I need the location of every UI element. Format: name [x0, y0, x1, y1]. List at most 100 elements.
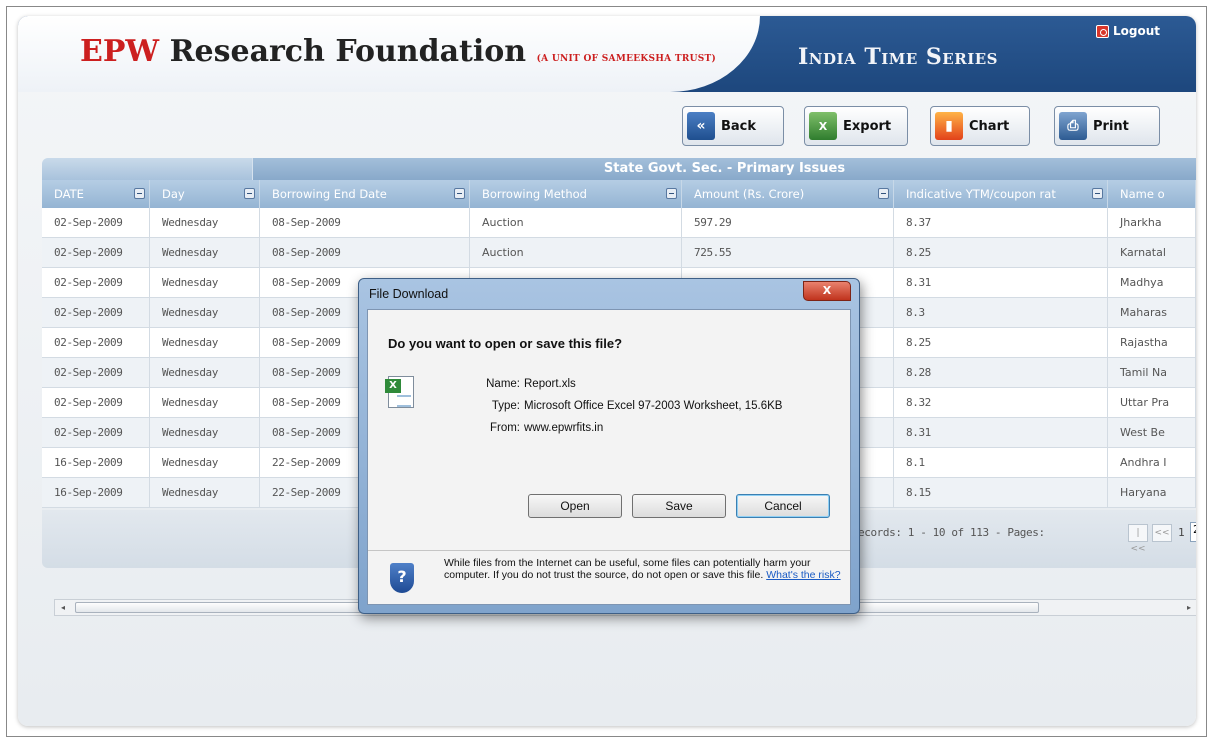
risk-link[interactable]: What's the risk?	[766, 569, 840, 581]
table-cell: 8.28	[894, 358, 1108, 388]
table-cell: 02-Sep-2009	[42, 208, 150, 238]
table-cell: Uttar Pra	[1108, 388, 1196, 418]
chart-icon: ▮	[935, 112, 963, 140]
table-cell: Haryana	[1108, 478, 1196, 508]
table-cell: 02-Sep-2009	[42, 298, 150, 328]
page-1-link[interactable]: 1	[1178, 526, 1185, 539]
table-cell: Madhya	[1108, 268, 1196, 298]
scroll-right-icon[interactable]: ▸	[1181, 600, 1196, 615]
column-menu-icon[interactable]	[666, 188, 677, 199]
column-header-label: Day	[162, 187, 185, 201]
file-name: Report.xls	[524, 378, 576, 390]
chart-button[interactable]: ▮ Chart	[930, 106, 1030, 146]
table-cell: Wednesday	[150, 268, 260, 298]
logout-button[interactable]: Logout	[1096, 24, 1160, 38]
column-header[interactable]: Day	[150, 180, 260, 208]
table-cell: West Be	[1108, 418, 1196, 448]
warning-text: While files from the Internet can be use…	[444, 557, 844, 581]
table-cell: Rajastha	[1108, 328, 1196, 358]
open-button[interactable]: Open	[528, 494, 622, 518]
table-cell: 597.29	[682, 208, 894, 238]
print-button[interactable]: ⎙ Print	[1054, 106, 1160, 146]
logout-label: Logout	[1113, 24, 1161, 38]
column-header[interactable]: Borrowing Method	[470, 180, 682, 208]
prev-page-button[interactable]: <<	[1152, 524, 1172, 542]
column-header[interactable]: DATE	[42, 180, 150, 208]
table-cell: Wednesday	[150, 328, 260, 358]
column-menu-icon[interactable]	[878, 188, 889, 199]
brand-name: Research Foundation	[159, 34, 527, 69]
column-header-label: Borrowing Method	[482, 187, 587, 201]
back-label: Back	[721, 118, 757, 134]
table-cell: Andhra I	[1108, 448, 1196, 478]
name-label: Name:	[486, 378, 520, 390]
back-button[interactable]: « Back	[682, 106, 784, 146]
table-cell: 8.31	[894, 418, 1108, 448]
table-cell: 8.3	[894, 298, 1108, 328]
table-cell: Wednesday	[150, 448, 260, 478]
cancel-button[interactable]: Cancel	[736, 494, 830, 518]
column-header-label: Indicative YTM/coupon rat	[906, 187, 1056, 201]
table-cell: Karnatal	[1108, 238, 1196, 268]
page-input[interactable]: 2	[1190, 522, 1196, 542]
scroll-left-icon[interactable]: ◂	[55, 600, 71, 615]
column-header[interactable]: Amount (Rs. Crore)	[682, 180, 894, 208]
excel-file-icon	[385, 376, 414, 408]
column-menu-icon[interactable]	[1092, 188, 1103, 199]
brand-panel: EPW Research Foundation (A UNIT OF SAMEE…	[18, 16, 760, 92]
dialog-title: File Download	[369, 287, 449, 301]
column-menu-icon[interactable]	[454, 188, 465, 199]
group-title: State Govt. Sec. - Primary Issues	[252, 158, 1196, 180]
table-cell: Wednesday	[150, 208, 260, 238]
table-row[interactable]: 02-Sep-2009 Wednesday 08-Sep-2009 Auction 59…	[42, 208, 1196, 238]
back-arrow-icon: «	[687, 112, 715, 140]
type-label: Type:	[491, 400, 520, 412]
shield-question-icon: ?	[390, 563, 414, 593]
series-title: India Time Series	[798, 44, 998, 70]
file-download-dialog: File Download X Do you want to open or s…	[358, 278, 860, 614]
brand-epw: EPW	[80, 34, 160, 69]
printer-icon: ⎙	[1059, 112, 1087, 140]
pager-info: ecords: 1 - 10 of 113 - Pages:	[858, 526, 1045, 539]
header: EPW Research Foundation (A UNIT OF SAMEE…	[18, 16, 1196, 92]
table-cell: Wednesday	[150, 298, 260, 328]
column-header[interactable]: Name o	[1108, 180, 1196, 208]
file-type: Microsoft Office Excel 97-2003 Worksheet…	[524, 400, 783, 412]
export-button[interactable]: X Export	[804, 106, 908, 146]
security-warning: ? While files from the Internet can be u…	[368, 550, 850, 604]
brand-unit: (A UNIT OF SAMEEKSHA TRUST)	[536, 54, 717, 64]
table-cell: 725.55	[682, 238, 894, 268]
table-cell: 02-Sep-2009	[42, 268, 150, 298]
table-cell: Tamil Na	[1108, 358, 1196, 388]
print-label: Print	[1093, 118, 1129, 134]
first-page-button[interactable]: |<<	[1128, 524, 1148, 554]
column-menu-icon[interactable]	[134, 188, 145, 199]
table-cell: 16-Sep-2009	[42, 478, 150, 508]
table-cell: 08-Sep-2009	[260, 208, 470, 238]
table-cell: 08-Sep-2009	[260, 238, 470, 268]
table-cell: 02-Sep-2009	[42, 238, 150, 268]
dialog-close-button[interactable]: X	[803, 281, 851, 301]
warning-message: While files from the Internet can be use…	[444, 557, 811, 581]
column-header[interactable]: Borrowing End Date	[260, 180, 470, 208]
table-cell: 02-Sep-2009	[42, 388, 150, 418]
table-row[interactable]: 02-Sep-2009 Wednesday 08-Sep-2009 Auction 72…	[42, 238, 1196, 268]
brand-title: EPW Research Foundation (A UNIT OF SAMEE…	[80, 34, 716, 69]
column-header-label: DATE	[54, 187, 84, 201]
table-cell: 02-Sep-2009	[42, 418, 150, 448]
excel-icon: X	[809, 112, 837, 140]
power-icon	[1096, 24, 1109, 38]
table-cell: Maharas	[1108, 298, 1196, 328]
table-cell: 02-Sep-2009	[42, 328, 150, 358]
table-cell: 8.31	[894, 268, 1108, 298]
table-cell: Wednesday	[150, 478, 260, 508]
table-cell: Wednesday	[150, 238, 260, 268]
table-cell: Auction	[470, 238, 682, 268]
column-header[interactable]: Indicative YTM/coupon rat	[894, 180, 1108, 208]
column-menu-icon[interactable]	[244, 188, 255, 199]
table-cell: 8.32	[894, 388, 1108, 418]
table-cell: Auction	[470, 208, 682, 238]
table-cell: 8.25	[894, 238, 1108, 268]
table-cell: Wednesday	[150, 388, 260, 418]
save-button[interactable]: Save	[632, 494, 726, 518]
